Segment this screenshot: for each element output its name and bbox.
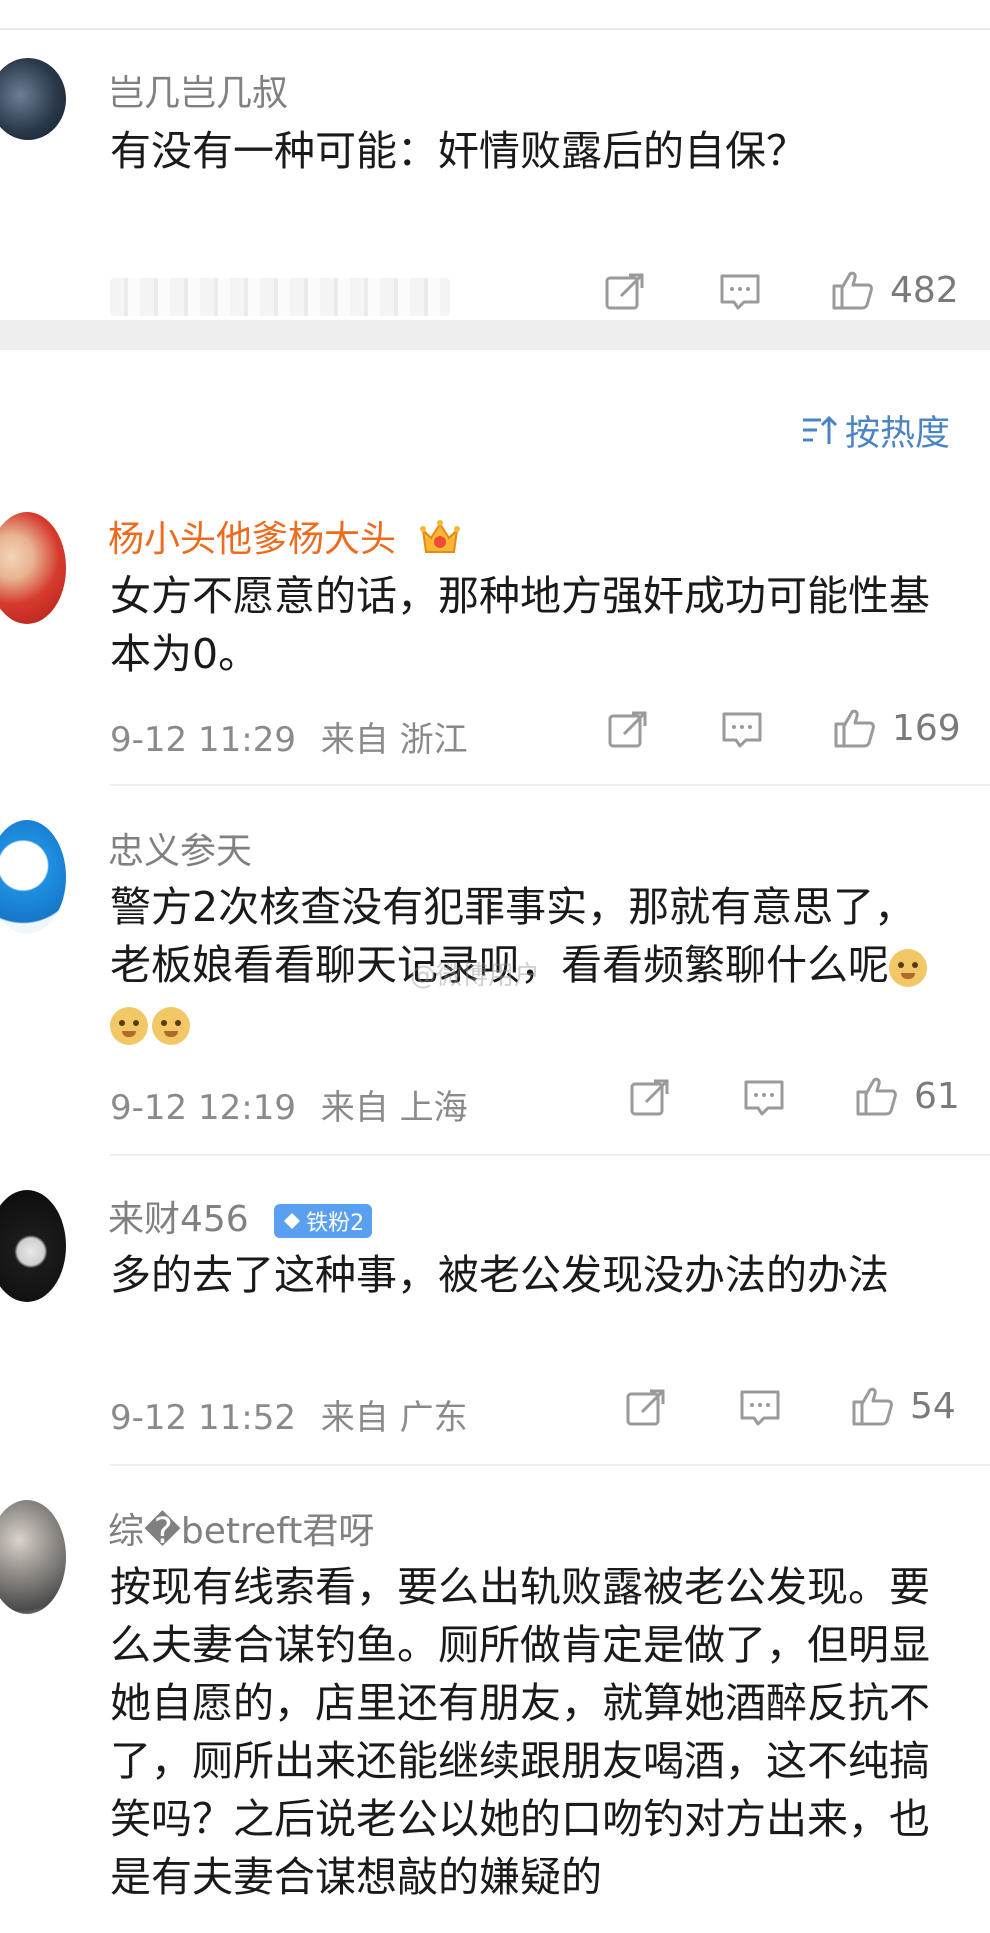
- avatar[interactable]: [0, 820, 66, 934]
- comment-icon: [744, 1080, 784, 1116]
- doge-emoji: [110, 1007, 148, 1045]
- comment-time: 9-12 12:19: [110, 1088, 296, 1128]
- like-button[interactable]: 169: [830, 704, 961, 752]
- comment-button[interactable]: [720, 708, 764, 752]
- like-count: 54: [910, 1385, 956, 1427]
- share-icon: [608, 711, 647, 748]
- post-text: 有没有一种可能：奸情败露后的自保？: [110, 127, 807, 175]
- share-icon: [626, 1389, 665, 1426]
- like-button[interactable]: 54: [848, 1382, 956, 1430]
- like-icon: [856, 1077, 897, 1116]
- like-count: 482: [890, 269, 959, 311]
- diamond-icon: [284, 1213, 301, 1229]
- avatar[interactable]: [0, 58, 66, 140]
- section-divider: [0, 320, 990, 350]
- doge-emoji: [152, 1007, 190, 1045]
- share-icon: [605, 273, 644, 310]
- like-count: 169: [892, 707, 961, 749]
- blurred-text: [110, 278, 450, 316]
- share-button[interactable]: [624, 1386, 668, 1430]
- comment-icon: [740, 1390, 780, 1426]
- divider: [110, 784, 990, 786]
- watermark: @微博用户: [410, 961, 541, 991]
- comment-icon: [722, 712, 762, 748]
- sort-button[interactable]: 按热度: [801, 405, 950, 456]
- share-button[interactable]: [606, 708, 650, 752]
- doge-emoji: [889, 949, 927, 987]
- comment-text: 按现有线索看，要么出轨败露被老公发现。要么夫妻合谋钓鱼。厕所做肯定是做了，但明显…: [110, 1563, 930, 1901]
- like-icon: [832, 271, 873, 310]
- avatar[interactable]: [0, 1190, 66, 1302]
- comment-icon: [720, 274, 760, 310]
- post-author[interactable]: 岂几岂几叔: [108, 64, 288, 116]
- comment-author[interactable]: 杨小头他爹杨大头: [108, 510, 463, 567]
- fan-badge: 铁粉2: [274, 1204, 373, 1238]
- crown-icon: [417, 516, 463, 567]
- avatar[interactable]: [0, 1500, 66, 1614]
- original-post: 岂几岂几叔 有没有一种可能：奸情败露后的自保？ 482: [0, 30, 990, 320]
- comment-location: 来自 上海: [320, 1088, 468, 1128]
- sort-icon: [802, 415, 838, 444]
- comment-button[interactable]: [738, 1386, 782, 1430]
- comment-location: 来自 浙江: [320, 720, 468, 760]
- comment-author[interactable]: 综�betreft君呀: [108, 1502, 374, 1554]
- comment-meta: 9-12 11:29 来自 浙江: [110, 712, 468, 761]
- like-button[interactable]: 61: [852, 1072, 960, 1120]
- comment-button[interactable]: [718, 270, 762, 314]
- comment-meta: 9-12 12:19 来自 上海: [110, 1080, 468, 1129]
- comment-author[interactable]: 忠义参天: [108, 822, 252, 874]
- comment-location: 来自 广东: [320, 1398, 468, 1438]
- comment-text: 多的去了这种事，被老公发现没办法的办法: [110, 1251, 889, 1299]
- like-icon: [834, 709, 875, 748]
- sort-label: 按热度: [844, 414, 950, 454]
- comment-meta: 9-12 11:52 来自 广东: [110, 1390, 468, 1439]
- like-icon: [852, 1387, 893, 1426]
- comment-time: 9-12 11:52: [110, 1398, 296, 1438]
- divider: [110, 1464, 990, 1466]
- share-icon: [630, 1079, 669, 1116]
- comment-time: 9-12 11:29: [110, 720, 296, 760]
- like-count: 61: [914, 1075, 960, 1117]
- comment-author[interactable]: 来财456 铁粉2: [108, 1190, 373, 1242]
- share-button[interactable]: [628, 1076, 672, 1120]
- avatar[interactable]: [0, 512, 66, 624]
- divider: [110, 1154, 990, 1156]
- share-button[interactable]: [603, 270, 647, 314]
- comment-button[interactable]: [742, 1076, 786, 1120]
- like-button[interactable]: 482: [828, 266, 959, 314]
- comment-text: 女方不愿意的话，那种地方强奸成功可能性基本为0。: [110, 572, 930, 678]
